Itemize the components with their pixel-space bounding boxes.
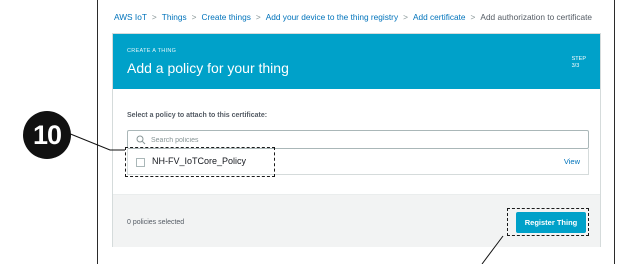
breadcrumb-things[interactable]: Things <box>162 12 187 22</box>
search-icon <box>136 135 146 145</box>
breadcrumb-current: Add authorization to certificate <box>480 12 593 22</box>
step-number-badge: 10 <box>23 111 71 159</box>
breadcrumb-separator: > <box>255 12 261 22</box>
hero-banner: CREATE A THING Add a policy for your thi… <box>113 34 600 89</box>
breadcrumb-separator: > <box>403 12 408 22</box>
view-policy-link[interactable]: View <box>564 157 580 166</box>
breadcrumb-aws-iot[interactable]: AWS IoT <box>114 12 147 22</box>
breadcrumb-separator: > <box>151 12 157 22</box>
step-indicator: STEP 3/3 <box>572 56 586 70</box>
breadcrumb-add-device[interactable]: Add your device to the thing registry <box>266 12 398 22</box>
breadcrumb-separator: > <box>191 12 197 22</box>
breadcrumb-create-things[interactable]: Create things <box>202 12 251 22</box>
breadcrumb-add-certificate[interactable]: Add certificate <box>413 12 466 22</box>
hero-kicker: CREATE A THING <box>127 48 177 54</box>
policy-section-label: Select a policy to attach to this certif… <box>127 112 268 119</box>
step-label: STEP <box>571 56 586 62</box>
selected-count: 0 policies selected <box>127 219 185 226</box>
highlight-box-policy <box>125 147 275 177</box>
page-title: Add a policy for your thing <box>127 60 289 76</box>
breadcrumb-separator: > <box>470 12 476 22</box>
search-input[interactable] <box>151 133 571 147</box>
breadcrumb: AWS IoT > Things > Create things > Add your de… <box>114 12 592 22</box>
highlight-box-register <box>507 208 589 236</box>
step-value: 3/3 <box>571 63 580 69</box>
